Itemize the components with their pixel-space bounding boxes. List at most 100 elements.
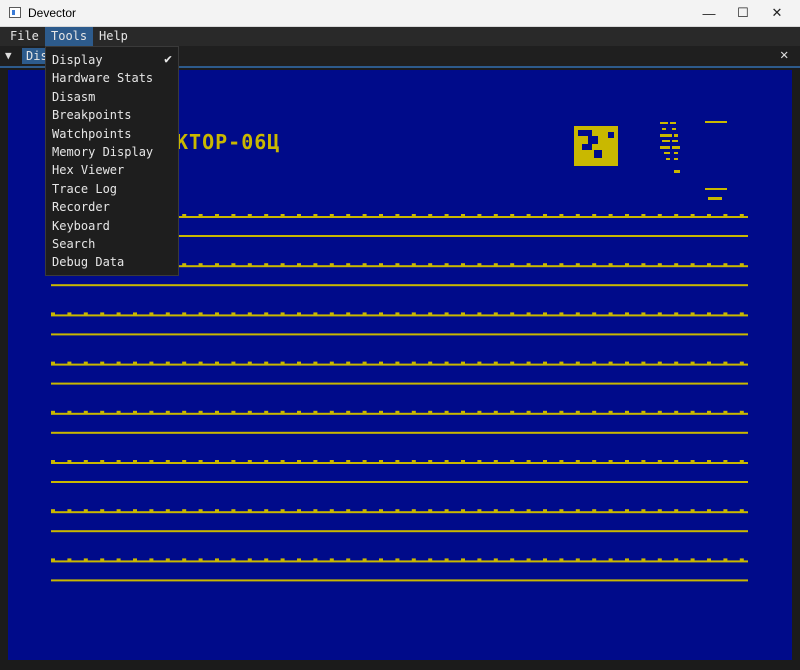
screen-line-dot [133,312,137,316]
screen-line-dot [329,312,334,316]
close-button[interactable]: ✕ [754,0,800,26]
screen-line-dot [280,263,285,267]
screen-line-dot [608,509,613,513]
screen-line-dot [247,214,252,217]
screen-line-dot [444,214,449,217]
menu-item-breakpoints[interactable]: Breakpoints [46,106,178,124]
menu-item-trace-log[interactable]: Trace Log [46,180,178,198]
menu-item-search[interactable]: Search [46,235,178,253]
status-bar-bottom [705,188,727,190]
tab-close-button[interactable]: ✕ [780,47,788,63]
screen-line-dot [690,460,695,463]
screen-line-dot [313,263,318,267]
screen-line-dot [247,312,252,316]
menu-item-debug-data[interactable]: Debug Data [46,253,178,271]
screen-line-dot [411,263,416,267]
screen-line-dot [231,361,236,365]
screen-title-text: КТОР-06Ц [176,130,281,154]
menu-item-hex-viewer[interactable]: Hex Viewer [46,161,178,179]
screen-line-dot [625,361,629,365]
screen-line-dot [444,312,449,316]
screen-line-dot [247,263,252,267]
screen-line-dot [149,509,154,513]
screen-line-dot [116,509,121,513]
disk-block-detail [608,132,614,138]
screen-line-dot [592,460,597,463]
screen-line-dot [739,460,744,463]
screen-line-dot [182,558,187,562]
screen-line-dot [395,460,400,463]
screen-line-dot [297,361,301,365]
screen-line-dot [182,312,187,316]
screen-line-dot [379,214,383,217]
screen-line-dot [51,410,55,414]
menu-item-label: Debug Data [52,255,125,270]
screen-line-dot [493,558,498,562]
menu-item-display[interactable]: Display ✔ [46,51,178,69]
screen-line-dot [493,214,498,217]
triangle-down-icon[interactable]: ▼ [5,49,12,62]
screen-line-dot [739,263,744,267]
screen-line-dot [723,312,728,316]
menu-item-keyboard[interactable]: Keyboard [46,217,178,235]
screen-line-dot [51,361,55,365]
screen-line-dot [133,558,137,562]
menu-tools[interactable]: Tools [45,27,94,46]
screen-line-dot [526,460,531,463]
screen-line-dot [477,509,482,513]
screen-line-dot [559,263,564,267]
screen-line-dot [477,460,482,463]
menu-help[interactable]: Help [93,27,134,46]
menu-item-label: Search [52,236,96,251]
screen-line-dot [641,460,646,463]
pixel-glyph [674,170,680,173]
screen-line-dot [149,361,154,365]
screen-line-dot [411,312,416,316]
screen-line-dot [247,410,252,414]
status-bar-top [705,121,727,123]
screen-line-dot [428,410,433,414]
screen-line-dot [395,312,400,316]
menu-item-disasm[interactable]: Disasm [46,88,178,106]
screen-line-dot [346,361,351,365]
screen-line-dot [690,214,695,217]
screen-line-bottom [51,284,748,287]
screen-line-dot [362,460,367,463]
pixel-glyph [674,152,678,154]
pixel-glyph [662,140,670,142]
pixel-glyph [670,122,676,124]
menu-item-hardware-stats[interactable]: Hardware Stats [46,69,178,87]
menu-item-recorder[interactable]: Recorder [46,198,178,216]
screen-line-dot [297,214,301,217]
screen-line-dot [707,312,711,316]
screen-line-dot [674,263,679,267]
screen-line-dot [575,558,580,562]
screen-line-dot [100,410,105,414]
screen-line-dot [215,214,219,217]
screen-line-dot [51,312,55,316]
pixel-glyph [660,134,672,137]
status-mark [708,197,722,200]
screen-line-dot [428,263,433,267]
screen-line-dot [592,214,597,217]
menu-item-memory-display[interactable]: Memory Display [46,143,178,161]
screen-line-dot [379,312,383,316]
screen-line-dot [543,410,547,414]
screen-line-dot [313,312,318,316]
menu-item-watchpoints[interactable]: Watchpoints [46,125,178,143]
screen-line-dot [739,312,744,316]
app-icon [9,7,21,18]
screen-line-dot [575,509,580,513]
screen-line-dot [723,214,728,217]
screen-line-dot [461,509,465,513]
menu-item-label: Keyboard [52,218,110,233]
disk-block-detail [578,130,592,136]
screen-line-dot [247,509,252,513]
screen-line-dot [526,410,531,414]
screen-line-dot [723,460,728,463]
screen-line-dot [313,509,318,513]
screen-line-dot [657,460,662,463]
menu-file[interactable]: File [4,27,45,46]
screen-line-dot [575,263,580,267]
screen-line-dot [133,509,137,513]
